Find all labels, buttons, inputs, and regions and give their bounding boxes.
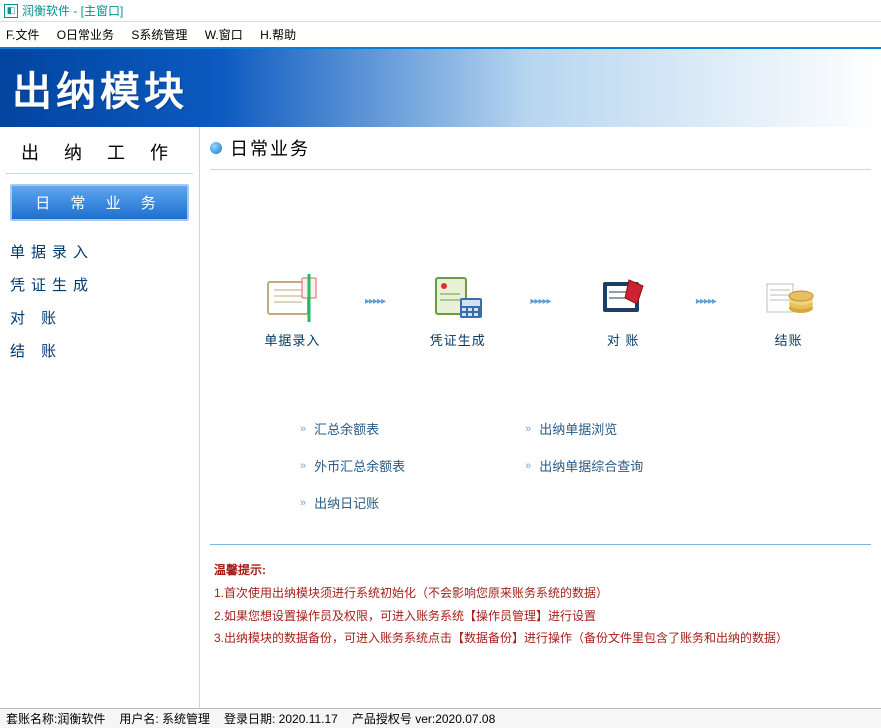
flow-closing-label: 结账 <box>757 330 821 349</box>
link-bill-browse[interactable]: » 出纳单据浏览 <box>525 419 643 438</box>
link-bill-query[interactable]: » 出纳单据综合查询 <box>525 456 643 475</box>
sidebar-selected-daily[interactable]: 日 常 业 务 <box>10 184 189 221</box>
quick-links: » 汇总余额表 » 外币汇总余额表 » 出纳日记账 » 出纳单据浏览 <box>210 389 871 532</box>
link-foreign-summary[interactable]: » 外币汇总余额表 <box>300 456 405 475</box>
menu-file[interactable]: F.文件 <box>6 28 39 42</box>
tips-title: 温馨提示: <box>214 559 863 582</box>
tips-line-2: 2.如果您想设置操作员及权限，可进入账务系统【操作员管理】进行设置 <box>214 605 863 628</box>
flow-arrow-icon: ▸▸▸▸▸ <box>696 296 716 323</box>
main-panel: 日常业务 单据录入 ▸▸▸▸▸ <box>200 127 881 715</box>
link-label: 出纳单据浏览 <box>539 419 617 438</box>
flow-bill-entry-label: 单据录入 <box>260 330 324 349</box>
menu-daily[interactable]: O日常业务 <box>57 28 114 42</box>
flow-voucher-gen[interactable]: 凭证生成 <box>426 270 490 349</box>
reconcile-icon <box>591 270 655 326</box>
sidebar-item-reconcile[interactable]: 对 账 <box>6 301 193 334</box>
status-login-date: 登录日期: 2020.11.17 <box>224 710 338 727</box>
chevron-right-icon: » <box>300 460 306 472</box>
menu-window[interactable]: W.窗口 <box>205 28 243 42</box>
flow-reconcile[interactable]: 对 账 <box>591 270 655 349</box>
app-icon: ◧ <box>4 4 18 18</box>
sidebar-header: 出 纳 工 作 <box>6 135 193 174</box>
voucher-gen-icon <box>426 270 490 326</box>
main-header: 日常业务 <box>210 135 871 170</box>
sidebar-item-closing[interactable]: 结 账 <box>6 334 193 367</box>
link-summary-balance[interactable]: » 汇总余额表 <box>300 419 405 438</box>
tips-block: 温馨提示: 1.首次使用出纳模块须进行系统初始化（不会影响您原来账务系统的数据）… <box>210 545 871 650</box>
chevron-right-icon: » <box>300 497 306 509</box>
workflow-row: 单据录入 ▸▸▸▸▸ 凭证生成 <box>210 270 871 349</box>
main-title: 日常业务 <box>230 135 310 161</box>
flow-voucher-gen-label: 凭证生成 <box>426 330 490 349</box>
tips-line-1: 1.首次使用出纳模块须进行系统初始化（不会影响您原来账务系统的数据） <box>214 582 863 605</box>
bill-entry-icon <box>260 270 324 326</box>
sidebar-item-voucher-gen[interactable]: 凭证生成 <box>6 268 193 301</box>
menu-help[interactable]: H.帮助 <box>260 28 296 42</box>
chevron-right-icon: » <box>525 460 531 472</box>
flow-arrow-icon: ▸▸▸▸▸ <box>530 296 550 323</box>
tips-line-3: 3.出纳模块的数据备份，可进入账务系统点击【数据备份】进行操作（备份文件里包含了… <box>214 627 863 650</box>
link-label: 外币汇总余额表 <box>314 456 405 475</box>
bullet-icon <box>210 142 222 154</box>
flow-arrow-icon: ▸▸▸▸▸ <box>365 296 385 323</box>
status-license: 产品授权号 ver:2020.07.08 <box>352 710 495 727</box>
status-user: 用户名: 系统管理 <box>119 710 210 727</box>
link-label: 出纳单据综合查询 <box>539 456 643 475</box>
chevron-right-icon: » <box>300 423 306 435</box>
sidebar-item-bill-entry[interactable]: 单据录入 <box>6 235 193 268</box>
flow-bill-entry[interactable]: 单据录入 <box>260 270 324 349</box>
flow-reconcile-label: 对 账 <box>591 330 655 349</box>
status-account: 套账名称:润衡软件 <box>6 710 105 727</box>
link-cash-journal[interactable]: » 出纳日记账 <box>300 493 405 512</box>
chevron-right-icon: » <box>525 423 531 435</box>
titlebar: ◧ 润衡软件 - [主窗口] <box>0 0 881 22</box>
link-label: 出纳日记账 <box>314 493 379 512</box>
flow-closing[interactable]: 结账 <box>757 270 821 349</box>
banner-title: 出纳模块 <box>12 59 188 117</box>
closing-icon <box>757 270 821 326</box>
statusbar: 套账名称:润衡软件 用户名: 系统管理 登录日期: 2020.11.17 产品授… <box>0 708 881 728</box>
window-title: 润衡软件 - [主窗口] <box>22 2 123 19</box>
menu-system[interactable]: S系统管理 <box>131 28 187 42</box>
sidebar: 出 纳 工 作 日 常 业 务 单据录入 凭证生成 对 账 结 账 <box>0 127 200 715</box>
menubar: F.文件 O日常业务 S系统管理 W.窗口 H.帮助 <box>0 22 881 49</box>
link-label: 汇总余额表 <box>314 419 379 438</box>
module-banner: 出纳模块 <box>0 49 881 127</box>
